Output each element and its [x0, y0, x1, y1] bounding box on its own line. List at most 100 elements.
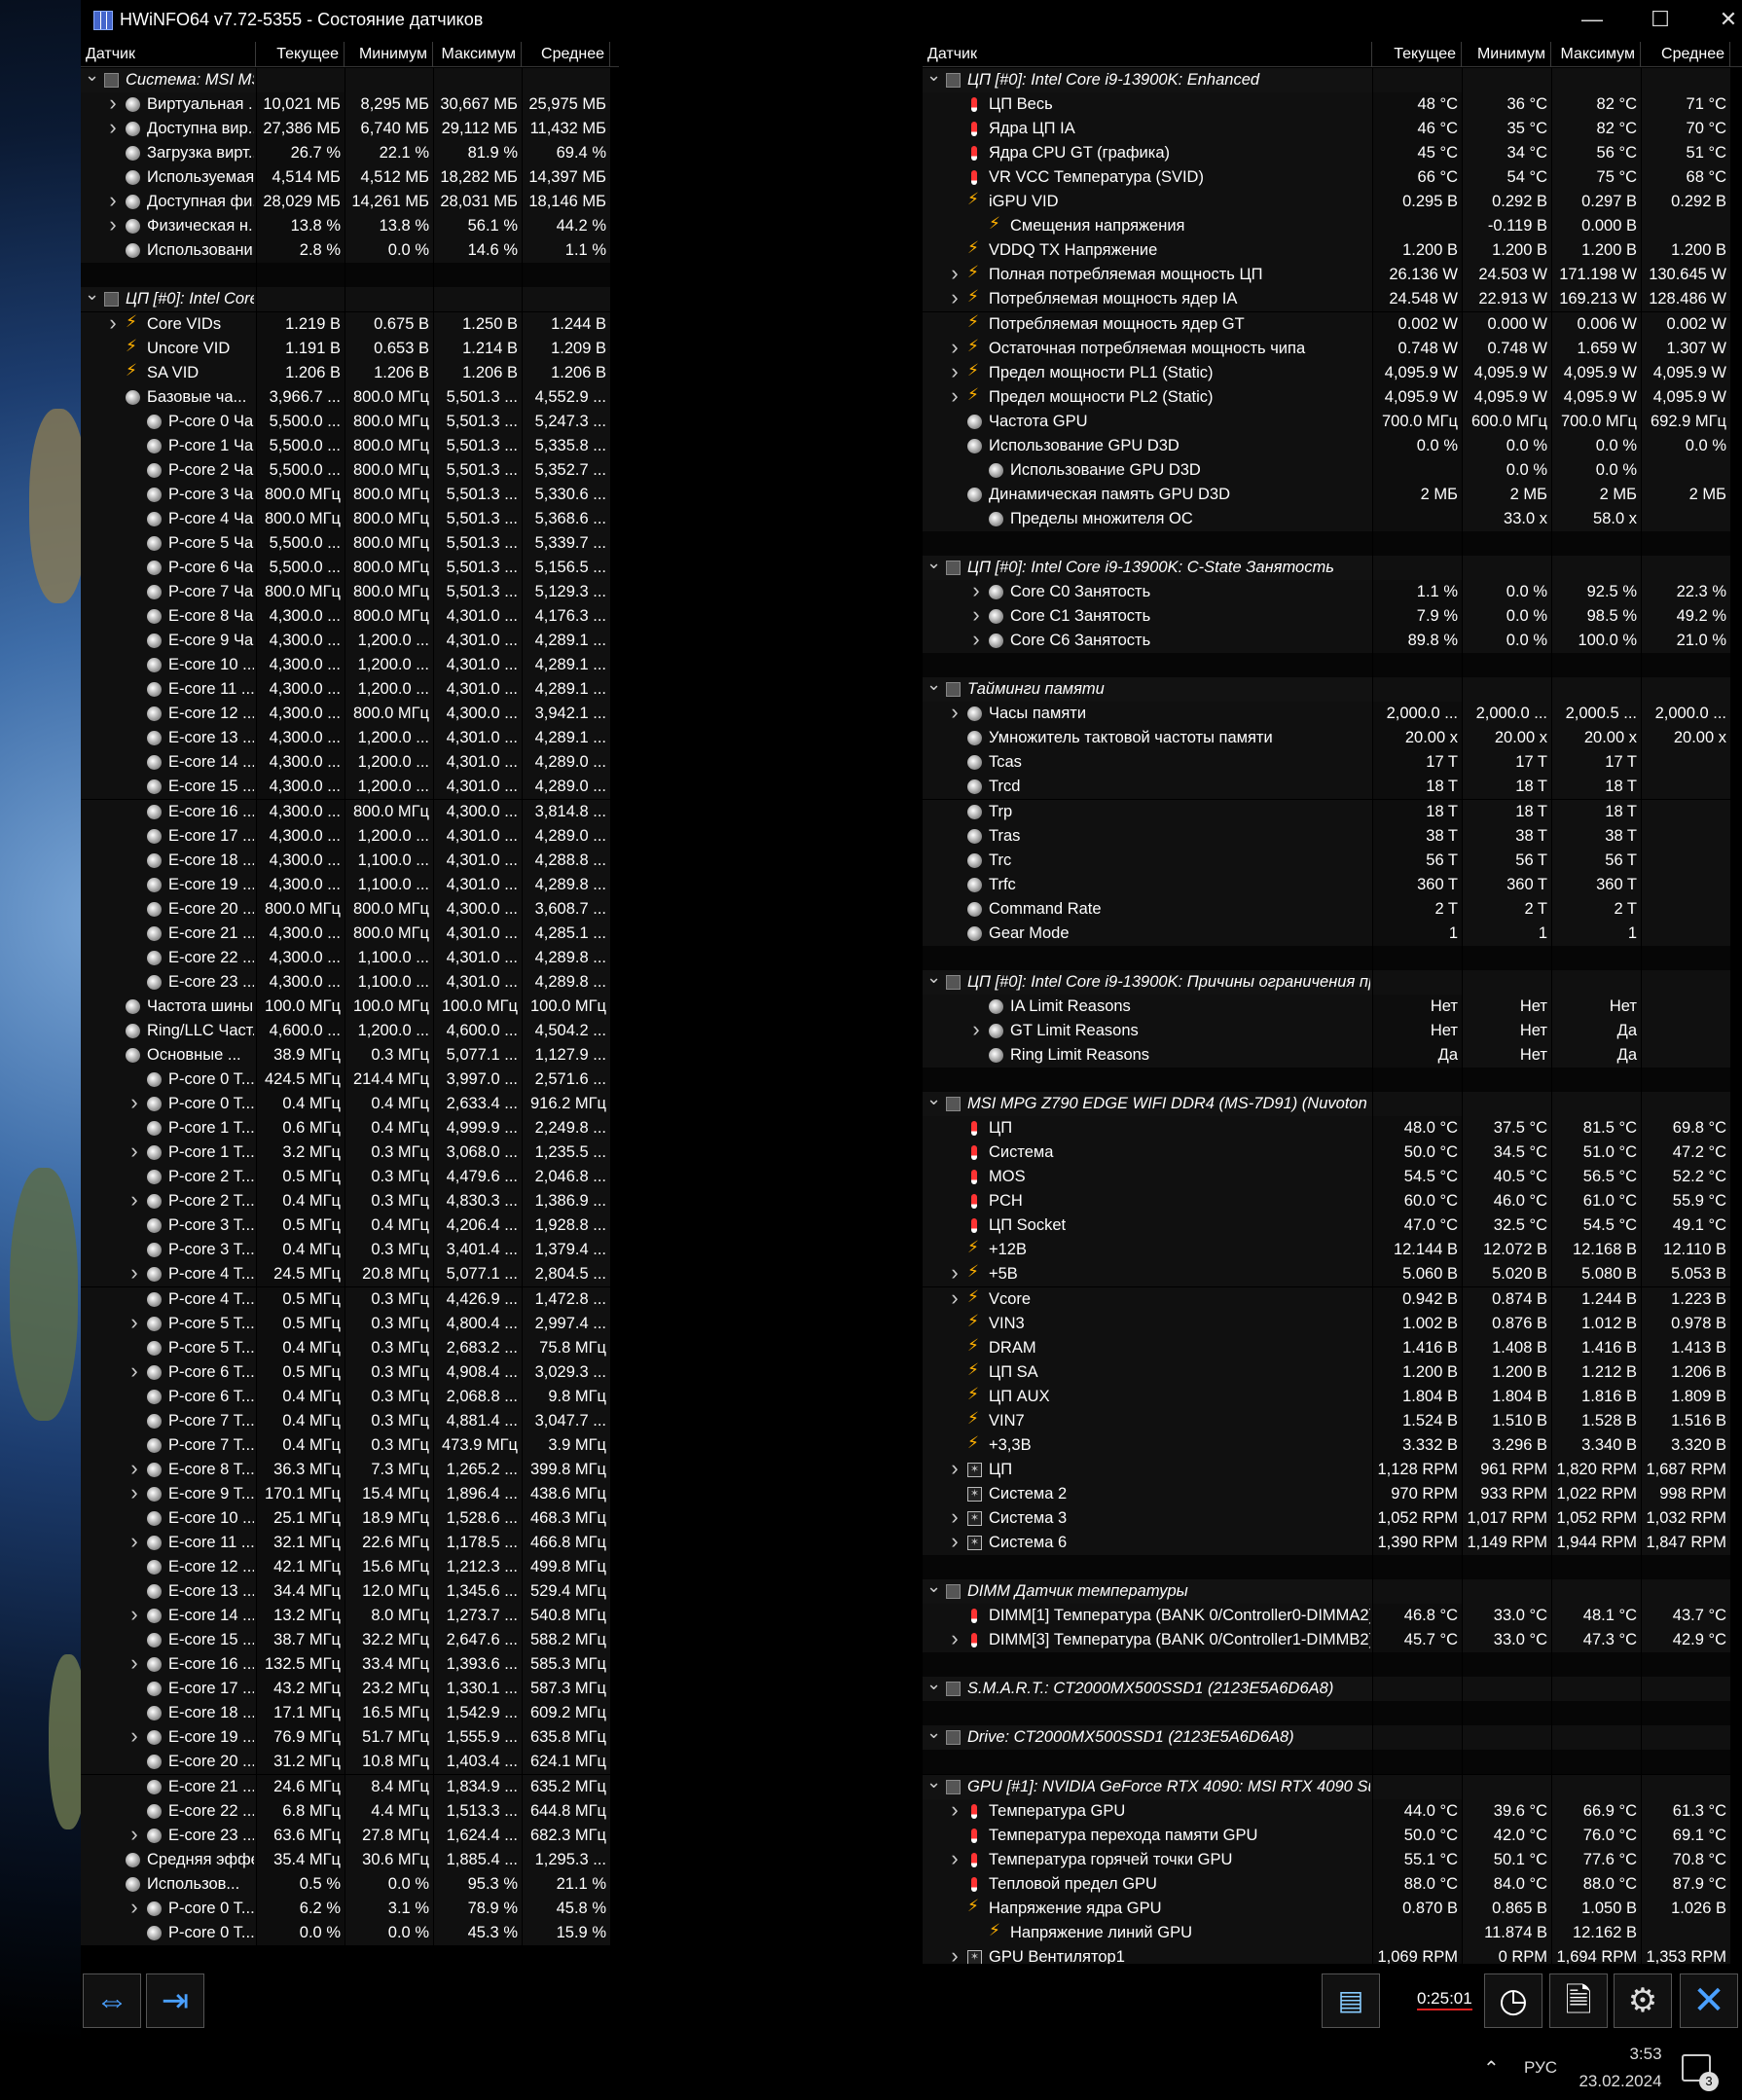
sensor-row[interactable]: Command Rate 2 T2 T2 T — [923, 896, 1730, 922]
sensor-row[interactable]: › P-core 6 T... 0.5 МГц 0.3 МГц 4,908.4 ... 3… — [81, 1359, 612, 1385]
sensor-group-row[interactable]: ⌄ЦП [#0]: Intel Core i9-13900K — [81, 287, 612, 312]
expand-chevron-icon[interactable]: › — [127, 1604, 141, 1625]
expand-chevron-icon[interactable]: › — [948, 1799, 962, 1821]
sensor-row[interactable]: Ядра ЦП IA 46 °C 35 °C 82 °C 70 °C — [923, 117, 1730, 142]
sensor-row[interactable]: Использов... 0.5 % 0.0 % 95.3 % 21.1 % — [81, 1871, 612, 1897]
collapse-chevron-icon[interactable]: ⌄ — [85, 287, 99, 303]
sensor-row[interactable]: ⚡ ЦП SA 1.200 В 1.200 В 1.212 В 1.206 В — [923, 1359, 1730, 1385]
expand-chevron-icon[interactable]: › — [948, 1945, 962, 1964]
col-current[interactable]: Текущее — [256, 42, 345, 67]
sensor-row[interactable]: E-core 21 ... 4,300.0 ... 800.0 МГц 4,301.0… — [81, 921, 612, 946]
sensor-row[interactable]: E-core 9 Ча...4,300.0 ...1,200.0 ...4,30… — [81, 629, 612, 654]
collapse-chevron-icon[interactable]: ⌄ — [926, 1092, 941, 1107]
sensor-row[interactable]: › Температура горячей точки GPU 55.1 °C 50.… — [923, 1847, 1730, 1872]
collapse-chevron-icon[interactable]: ⌄ — [926, 556, 941, 571]
sensor-row[interactable]: › E-core 23 ... 63.6 МГц 27.8 МГц 1,624.4 ..… — [81, 1823, 612, 1848]
sensor-row[interactable]: Базовые ча... 3,966.7 ... 800.0 МГц 5,501.3… — [81, 384, 612, 410]
sensor-group-row[interactable]: ⌄ GPU [#1]: NVIDIA GeForce RTX 4090: MSI … — [923, 1774, 1730, 1799]
sensor-row[interactable]: ✶ Система 2 970 RPM 933 RPM 1,022 RPM 998 RPM — [923, 1481, 1730, 1506]
sensor-group-row[interactable]: ⌄ DIMM Датчик температуры — [923, 1579, 1730, 1605]
sensor-row[interactable]: ЦП Socket 47.0 °C 32.5 °C 54.5 °C 49.1 °C — [923, 1213, 1730, 1239]
sensor-group-row[interactable]: ⌄ Тайминги памяти — [923, 677, 1730, 703]
sensor-row[interactable]: › E-core 19 ... 76.9 МГц 51.7 МГц 1,555.9 ..… — [81, 1725, 612, 1751]
expand-chevron-icon[interactable]: › — [948, 1506, 962, 1528]
collapse-chevron-icon[interactable]: ⌄ — [926, 1725, 941, 1741]
minimize-icon[interactable]: — — [1560, 0, 1624, 42]
expand-chevron-icon[interactable]: › — [948, 361, 962, 382]
sensor-row[interactable]: › E-core 9 T... 170.1 МГц 15.4 МГц 1,896.4 .… — [81, 1481, 612, 1506]
sensor-row[interactable]: ⚡ VIN3 1.002 В 0.876 В 1.012 В 0.978 В — [923, 1311, 1730, 1336]
sensor-row[interactable]: P-core 3 Ча...800.0 МГц800.0 МГц5,501.3 … — [81, 482, 612, 507]
sensor-row[interactable]: › Доступная фи... 28,029 МБ 14,261 МБ 28,031… — [81, 190, 612, 215]
sensor-row[interactable]: › P-core 1 T... 3.2 МГц 0.3 МГц 3,068.0 ... 1… — [81, 1141, 612, 1166]
collapse-chevron-icon[interactable]: ⌄ — [926, 1677, 941, 1692]
sensor-row[interactable]: › ⚡ Потребляемая мощность ядер IA 24.548 W2… — [923, 287, 1730, 312]
sensor-row[interactable]: P-core 7 T... 0.4 МГц 0.3 МГц 4,881.4 ... 3,… — [81, 1408, 612, 1433]
sensor-group-row[interactable]: ⌄ MSI MPG Z790 EDGE WIFI DDR4 (MS-7D91) (… — [923, 1092, 1730, 1117]
sensor-row[interactable]: P-core 5 T... 0.4 МГц 0.3 МГц 2,683.2 ... 75… — [81, 1335, 612, 1360]
sensor-group-row[interactable]: ⌄ Drive: CT2000MX500SSD1 (2123E5A6D6A8) — [923, 1725, 1730, 1751]
sensor-row[interactable]: › Core C1 Занятость 7.9 % 0.0 % 98.5 % 49.2 % — [923, 604, 1730, 630]
sensor-row[interactable]: Ядра CPU GT (графика) 45 °C 34 °C 56 °C 51 °… — [923, 141, 1730, 166]
sensor-row[interactable]: Тепловой предел GPU 88.0 °C 84.0 °C 88.0 °C… — [923, 1871, 1730, 1897]
sensor-row[interactable]: › ⚡ Остаточная потребляемая мощность чипа 0… — [923, 336, 1730, 361]
sensor-row[interactable]: ⚡ VIN7 1.524 В 1.510 В 1.528 В 1.516 В — [923, 1408, 1730, 1433]
sensor-row[interactable]: › Физическая н... 13.8 % 13.8 % 56.1 % 44.2 % — [81, 214, 612, 239]
sensor-row[interactable]: › ⚡ Полная потребляемая мощность ЦП 26.136 … — [923, 263, 1730, 288]
sensor-row[interactable]: Средняя эффе...35.4 МГц30.6 МГц1,885.4 .… — [81, 1847, 612, 1872]
sensor-row[interactable]: Основные ... 38.9 МГц 0.3 МГц 5,077.1 ... 1,… — [81, 1043, 612, 1068]
expand-chevron-icon[interactable]: › — [969, 1019, 983, 1040]
expand-chevron-icon[interactable]: › — [127, 1360, 141, 1382]
expand-chevron-icon[interactable]: › — [127, 1262, 141, 1284]
expand-chevron-icon[interactable]: › — [127, 1482, 141, 1503]
sensor-row[interactable]: E-core 20 ... 800.0 МГц 800.0 МГц 4,300.0 .… — [81, 896, 612, 922]
expand-chevron-icon[interactable]: › — [948, 1458, 962, 1479]
expand-chevron-icon[interactable]: › — [969, 604, 983, 626]
sensor-row[interactable]: ⚡ Потребляемая мощность ядер GT 0.002 W 0.0… — [923, 311, 1730, 337]
sensor-row[interactable]: IA Limit Reasons Нет Нет Нет — [923, 994, 1730, 1019]
expand-chevron-icon[interactable]: › — [106, 312, 120, 334]
sensor-row[interactable]: › Часы памяти 2,000.0 ... 2,000.0 ... 2,000.… — [923, 702, 1730, 727]
sensor-row[interactable]: E-core 22 ... 6.8 МГц 4.4 МГц 1,513.3 ... 64… — [81, 1798, 612, 1824]
sensor-row[interactable]: P-core 2 T... 0.5 МГц 0.3 МГц 4,479.6 ... 2,… — [81, 1165, 612, 1190]
sensor-row[interactable]: Tras 38 T 38 T 38 T — [923, 823, 1730, 849]
sensor-row[interactable]: › ⚡ Предел мощности PL2 (Static) 4,095.9 W4… — [923, 384, 1730, 410]
col-max[interactable]: Максимум — [1551, 42, 1641, 67]
sensor-row[interactable]: › ✶ GPU Вентилятор1 1,069 RPM 0 RPM 1,694 RPM… — [923, 1944, 1730, 1964]
expand-chevron-icon[interactable]: › — [106, 214, 120, 235]
sensor-row[interactable]: ⚡ Напряжение ядра GPU 0.870 В 0.865 В 1.050 … — [923, 1896, 1730, 1921]
expand-chevron-icon[interactable]: › — [969, 629, 983, 650]
sensor-row[interactable]: ⚡ +3,3В 3.332 В 3.296 В 3.340 В 3.320 В — [923, 1432, 1730, 1458]
sensor-row[interactable]: › Температура GPU 44.0 °C 39.6 °C 66.9 °C 61.… — [923, 1798, 1730, 1824]
sensor-row[interactable]: PCH 60.0 °C 46.0 °C 61.0 °C 55.9 °C — [923, 1189, 1730, 1214]
sensor-row[interactable]: › P-core 5 T... 0.5 МГц 0.3 МГц 4,800.4 ... 2… — [81, 1311, 612, 1336]
close-icon[interactable]: ✕ — [1696, 0, 1742, 42]
col-sensor[interactable]: Датчик — [81, 42, 256, 67]
sensor-row[interactable]: Загрузка вирт... 26.7 % 22.1 % 81.9 % 69.4 % — [81, 141, 612, 166]
sensor-row[interactable]: › P-core 0 T... 0.4 МГц 0.4 МГц 2,633.4 ... 9… — [81, 1092, 612, 1117]
collapse-chevron-icon[interactable]: ⌄ — [926, 68, 941, 84]
sensor-row[interactable]: Ring/LLC Част... 4,600.0 ... 1,200.0 ... 4,… — [81, 1018, 612, 1043]
sensor-row[interactable]: Динамическая память GPU D3D 2 МБ 2 МБ 2 МБ 2… — [923, 482, 1730, 507]
expand-chevron-icon[interactable]: › — [948, 1628, 962, 1649]
expand-chevron-icon[interactable]: › — [948, 287, 962, 308]
sensor-row[interactable]: › ✶ ЦП 1,128 RPM 961 RPM 1,820 RPM 1,687 RPM — [923, 1457, 1730, 1482]
sensor-row[interactable]: E-core 23 ... 4,300.0 ... 1,100.0 ... 4,301… — [81, 969, 612, 995]
sensor-row[interactable]: P-core 0 T... 0.0 % 0.0 % 45.3 % 15.9 % — [81, 1920, 612, 1945]
sensor-row[interactable]: Частота шины 100.0 МГц 100.0 МГц 100.0 МГц 1… — [81, 994, 612, 1019]
sensor-row[interactable]: P-core 6 Ча...5,500.0 ...800.0 МГц5,501.… — [81, 556, 612, 580]
expand-chevron-icon[interactable]: › — [127, 1824, 141, 1845]
right-sensor-table[interactable]: Датчик Текущее Минимум Максимум Среднее … — [923, 42, 1742, 1964]
expand-chevron-icon[interactable]: › — [127, 1897, 141, 1918]
sensor-row[interactable]: ⚡ iGPU VID 0.295 В 0.292 В 0.297 В 0.292 В — [923, 190, 1730, 215]
sensor-row[interactable]: DIMM[1] Температура (BANK 0/Controller0-… — [923, 1604, 1730, 1629]
sensor-row[interactable]: E-core 11 ... 4,300.0 ... 1,200.0 ... 4,301… — [81, 677, 612, 703]
expand-chevron-icon[interactable]: › — [127, 1652, 141, 1674]
report-icon[interactable]: 🗎 — [1549, 1973, 1608, 2028]
tray-chevron-icon[interactable]: ⌃ — [1483, 2056, 1500, 2081]
sensor-row[interactable]: E-core 15 ... 38.7 МГц 32.2 МГц 2,647.6 ...… — [81, 1628, 612, 1653]
sensor-row[interactable]: › ⚡ Core VIDs 1.219 В 0.675 В 1.250 В 1.244 В — [81, 311, 612, 337]
sensor-row[interactable]: ⚡ VDDQ TX Напряжение 1.200 В 1.200 В 1.200 В… — [923, 238, 1730, 264]
sensor-row[interactable]: E-core 17 ... 43.2 МГц 23.2 МГц 1,330.1 ...… — [81, 1677, 612, 1702]
sensor-row[interactable]: ЦП Весь 48 °C 36 °C 82 °C 71 °C — [923, 92, 1730, 118]
